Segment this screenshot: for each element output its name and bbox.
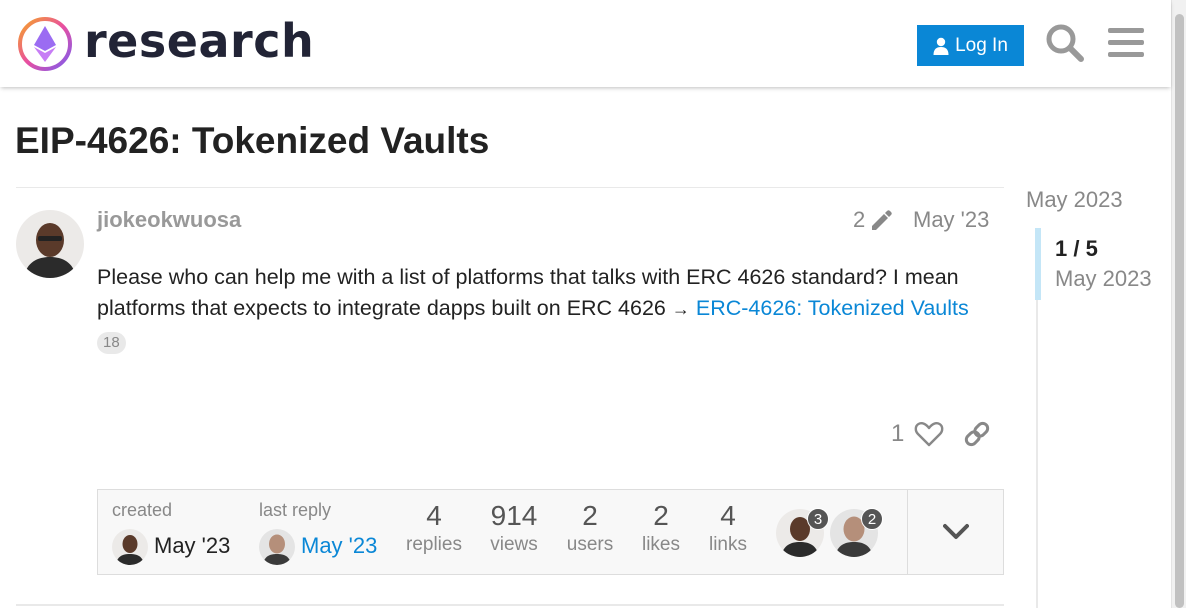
links-count: 4 bbox=[720, 500, 736, 531]
link-click-count: 18 bbox=[97, 332, 126, 354]
edit-history-button[interactable]: 2 bbox=[853, 207, 893, 233]
timeline-scroll-handle[interactable] bbox=[1035, 228, 1041, 300]
links-label: links bbox=[708, 534, 747, 555]
brand-wordmark[interactable]: research bbox=[84, 14, 314, 68]
post-body: Please who can help me with a list of pl… bbox=[97, 262, 997, 356]
stat-views: 914 views bbox=[486, 490, 542, 556]
search-icon[interactable] bbox=[1044, 22, 1086, 64]
users-count: 2 bbox=[582, 500, 598, 531]
post-divider bbox=[16, 604, 1004, 606]
expand-topic-details-button[interactable] bbox=[907, 490, 1004, 574]
arrow-glyph: → bbox=[671, 299, 690, 319]
link-share-icon[interactable] bbox=[962, 419, 992, 449]
stat-likes: 2 likes bbox=[639, 490, 683, 556]
timeline-position: 1 / 5 bbox=[1055, 236, 1098, 261]
replies-label: replies bbox=[406, 534, 462, 555]
topic-link[interactable]: ERC-4626: Tokenized Vaults bbox=[696, 296, 969, 320]
topic-title[interactable]: EIP-4626: Tokenized Vaults bbox=[15, 120, 489, 162]
views-label: views bbox=[490, 534, 538, 555]
site-header: research Log In bbox=[0, 0, 1171, 87]
views-count: 914 bbox=[490, 500, 538, 531]
stat-links: 4 links bbox=[706, 490, 750, 556]
hamburger-menu-icon[interactable] bbox=[1105, 22, 1147, 64]
stat-replies: 4 replies bbox=[403, 490, 465, 556]
created-date: May '23 bbox=[154, 533, 231, 558]
stat-users: 2 users bbox=[564, 490, 616, 556]
post-date[interactable]: May '23 bbox=[913, 207, 989, 233]
participant-post-count: 3 bbox=[807, 508, 829, 530]
chevron-down-icon bbox=[943, 524, 969, 539]
login-button[interactable]: Log In bbox=[917, 25, 1024, 66]
page-scrollbar[interactable] bbox=[1171, 0, 1186, 608]
topic-map: created May '23 last reply May '23 4 rep… bbox=[97, 489, 1004, 575]
author-avatar[interactable] bbox=[16, 210, 84, 278]
post-author-name[interactable]: jiokeokwuosa bbox=[97, 207, 241, 233]
last-reply-label: last reply bbox=[259, 500, 332, 520]
likes-count: 2 bbox=[653, 500, 669, 531]
created-label: created bbox=[112, 500, 173, 520]
site-logo[interactable] bbox=[17, 16, 73, 72]
users-label: users bbox=[566, 534, 614, 555]
likes-label: likes bbox=[641, 534, 680, 555]
heart-icon[interactable] bbox=[914, 419, 944, 449]
last-reply-date[interactable]: May '23 bbox=[301, 533, 377, 559]
title-divider bbox=[16, 187, 1004, 188]
creator-avatar[interactable] bbox=[112, 529, 148, 565]
participant-post-count: 2 bbox=[861, 508, 883, 530]
login-label: Log In bbox=[955, 34, 1008, 56]
pencil-icon bbox=[872, 210, 892, 230]
timeline-start-date[interactable]: May 2023 bbox=[1026, 187, 1123, 213]
scrollbar-thumb[interactable] bbox=[1175, 14, 1184, 608]
like-count: 1 bbox=[891, 420, 905, 447]
edit-count: 2 bbox=[853, 207, 866, 232]
timeline-position-date: May 2023 bbox=[1055, 266, 1152, 291]
user-icon bbox=[933, 37, 949, 55]
replies-count: 4 bbox=[426, 500, 442, 531]
last-replier-avatar[interactable] bbox=[259, 529, 295, 565]
